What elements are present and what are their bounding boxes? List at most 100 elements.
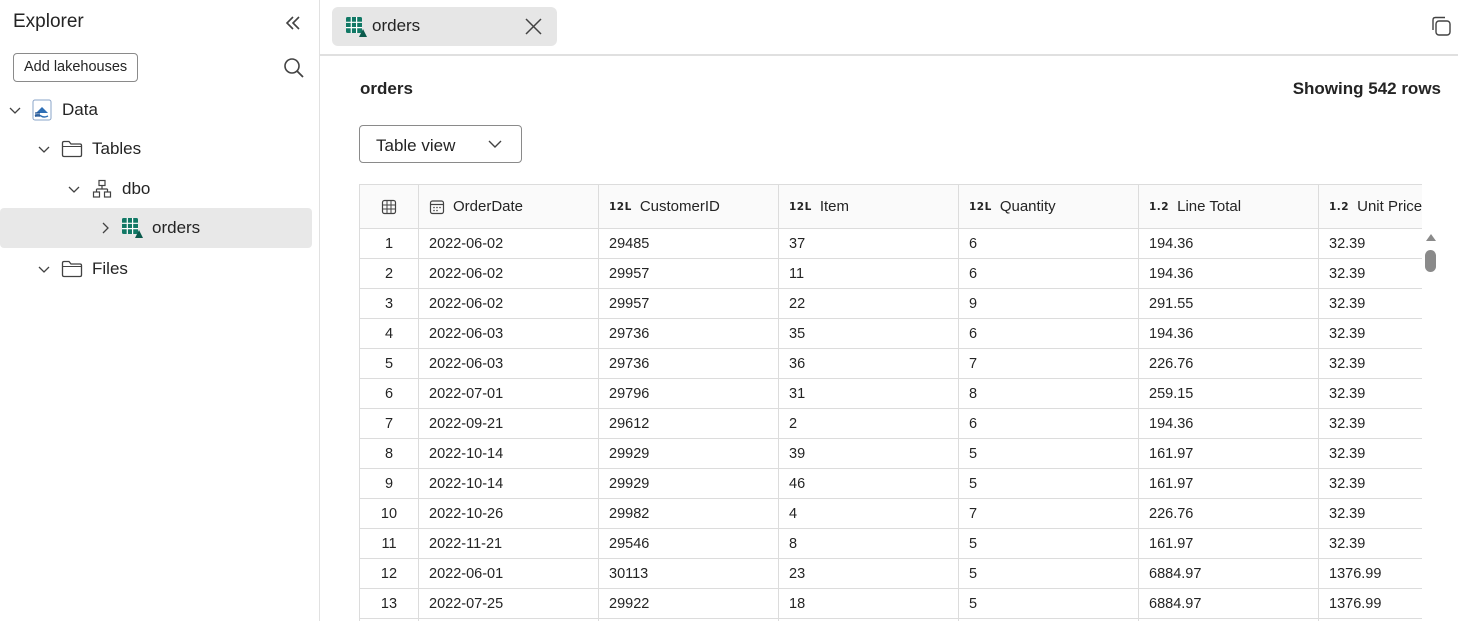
row-index-cell[interactable]: 1 [359, 228, 419, 259]
add-lakehouses-button[interactable]: Add lakehouses [13, 53, 139, 82]
table-cell[interactable]: 18 [778, 588, 959, 619]
table-row[interactable]: 4 2022-06-03 29736 35 6 194.36 32.39 [359, 318, 1422, 349]
table-cell[interactable]: 32.39 [1318, 318, 1422, 349]
row-index-cell[interactable]: 4 [359, 318, 419, 349]
tree-item-files[interactable]: Files [0, 249, 312, 289]
table-cell[interactable]: 2022-10-14 [418, 438, 599, 469]
table-cell[interactable]: 23 [778, 558, 959, 589]
scroll-thumb[interactable] [1425, 250, 1436, 272]
table-row[interactable]: 10 2022-10-26 29982 4 7 226.76 32.39 [359, 498, 1422, 529]
table-cell[interactable]: 2022-10-14 [418, 468, 599, 499]
table-cell[interactable]: 2022-06-02 [418, 258, 599, 289]
row-index-cell[interactable]: 2 [359, 258, 419, 289]
table-cell[interactable]: 11 [778, 258, 959, 289]
table-cell[interactable]: 32.39 [1318, 438, 1422, 469]
table-cell[interactable]: 2022-06-03 [418, 348, 599, 379]
table-row[interactable]: 13 2022-07-25 29922 18 5 6884.97 1376.99 [359, 588, 1422, 619]
row-index-cell[interactable]: 13 [359, 588, 419, 619]
table-cell[interactable]: 32.39 [1318, 348, 1422, 379]
table-cell[interactable]: 194.36 [1138, 258, 1319, 289]
table-row[interactable]: 6 2022-07-01 29796 31 8 259.15 32.39 [359, 378, 1422, 409]
row-index-cell[interactable]: 11 [359, 528, 419, 559]
table-cell[interactable]: 194.36 [1138, 228, 1319, 259]
table-cell[interactable]: 36 [778, 348, 959, 379]
tree-item-data[interactable]: Data [0, 90, 312, 130]
table-row[interactable]: 11 2022-11-21 29546 8 5 161.97 32.39 [359, 528, 1422, 559]
table-cell[interactable]: 6 [958, 258, 1139, 289]
row-index-cell[interactable]: 3 [359, 288, 419, 319]
table-cell[interactable]: 6 [958, 318, 1139, 349]
column-header-quantity[interactable]: 12L Quantity [958, 184, 1139, 229]
column-header-unit-price[interactable]: 1.2 Unit Price [1318, 184, 1422, 229]
table-cell[interactable]: 161.97 [1138, 468, 1319, 499]
table-cell[interactable]: 35 [778, 318, 959, 349]
table-cell[interactable]: 29546 [598, 528, 779, 559]
row-index-cell[interactable]: 5 [359, 348, 419, 379]
table-row[interactable]: 12 2022-06-01 30113 23 5 6884.97 1376.99 [359, 558, 1422, 589]
table-cell[interactable]: 9 [958, 288, 1139, 319]
table-cell[interactable]: 6 [958, 408, 1139, 439]
table-cell[interactable]: 5 [958, 528, 1139, 559]
tab-orders[interactable]: orders [332, 7, 557, 46]
table-cell[interactable]: 29929 [598, 468, 779, 499]
table-cell[interactable]: 5 [958, 558, 1139, 589]
tree-item-dbo[interactable]: dbo [0, 169, 312, 209]
table-cell[interactable]: 291.55 [1138, 288, 1319, 319]
table-cell[interactable]: 32.39 [1318, 378, 1422, 409]
table-cell[interactable]: 32.39 [1318, 258, 1422, 289]
scroll-up-arrow-icon[interactable] [1426, 234, 1436, 241]
table-cell[interactable]: 6884.97 [1138, 558, 1319, 589]
table-cell[interactable]: 226.76 [1138, 498, 1319, 529]
row-index-cell[interactable]: 12 [359, 558, 419, 589]
row-index-cell[interactable]: 9 [359, 468, 419, 499]
table-cell[interactable]: 194.36 [1138, 318, 1319, 349]
vertical-scrollbar[interactable] [1422, 228, 1440, 621]
row-index-cell[interactable]: 7 [359, 408, 419, 439]
select-all-header[interactable] [359, 184, 419, 229]
table-cell[interactable]: 259.15 [1138, 378, 1319, 409]
table-cell[interactable]: 29957 [598, 288, 779, 319]
table-cell[interactable]: 29982 [598, 498, 779, 529]
table-cell[interactable]: 1376.99 [1318, 558, 1422, 589]
table-cell[interactable]: 29736 [598, 348, 779, 379]
table-row[interactable]: 5 2022-06-03 29736 36 7 226.76 32.39 [359, 348, 1422, 379]
table-cell[interactable]: 2022-07-01 [418, 378, 599, 409]
collapse-sidebar-button[interactable] [282, 12, 304, 34]
table-cell[interactable]: 32.39 [1318, 528, 1422, 559]
table-cell[interactable]: 32.39 [1318, 228, 1422, 259]
table-cell[interactable]: 5 [958, 468, 1139, 499]
table-cell[interactable]: 29612 [598, 408, 779, 439]
table-cell[interactable]: 29957 [598, 258, 779, 289]
table-cell[interactable]: 29485 [598, 228, 779, 259]
view-select-dropdown[interactable]: Table view [359, 125, 522, 163]
row-index-cell[interactable]: 8 [359, 438, 419, 469]
table-cell[interactable]: 6884.97 [1138, 588, 1319, 619]
table-row[interactable]: 1 2022-06-02 29485 37 6 194.36 32.39 [359, 228, 1422, 259]
table-cell[interactable]: 22 [778, 288, 959, 319]
table-cell[interactable]: 2022-10-26 [418, 498, 599, 529]
table-cell[interactable]: 29929 [598, 438, 779, 469]
table-cell[interactable]: 32.39 [1318, 468, 1422, 499]
table-cell[interactable]: 2022-06-03 [418, 318, 599, 349]
table-cell[interactable]: 6 [958, 228, 1139, 259]
table-row[interactable]: 2 2022-06-02 29957 11 6 194.36 32.39 [359, 258, 1422, 289]
search-button[interactable] [282, 56, 306, 80]
table-cell[interactable]: 226.76 [1138, 348, 1319, 379]
table-cell[interactable]: 30113 [598, 558, 779, 589]
table-cell[interactable]: 161.97 [1138, 438, 1319, 469]
table-cell[interactable]: 4 [778, 498, 959, 529]
table-cell[interactable]: 39 [778, 438, 959, 469]
table-cell[interactable]: 1376.99 [1318, 588, 1422, 619]
table-cell[interactable]: 161.97 [1138, 528, 1319, 559]
table-cell[interactable]: 46 [778, 468, 959, 499]
table-cell[interactable]: 5 [958, 438, 1139, 469]
table-cell[interactable]: 8 [778, 528, 959, 559]
table-cell[interactable]: 8 [958, 378, 1139, 409]
table-cell[interactable]: 32.39 [1318, 408, 1422, 439]
table-row[interactable]: 9 2022-10-14 29929 46 5 161.97 32.39 [359, 468, 1422, 499]
table-cell[interactable]: 29736 [598, 318, 779, 349]
tree-item-tables[interactable]: Tables [0, 129, 312, 169]
table-cell[interactable]: 2022-06-02 [418, 288, 599, 319]
row-index-cell[interactable]: 6 [359, 378, 419, 409]
table-cell[interactable]: 29922 [598, 588, 779, 619]
